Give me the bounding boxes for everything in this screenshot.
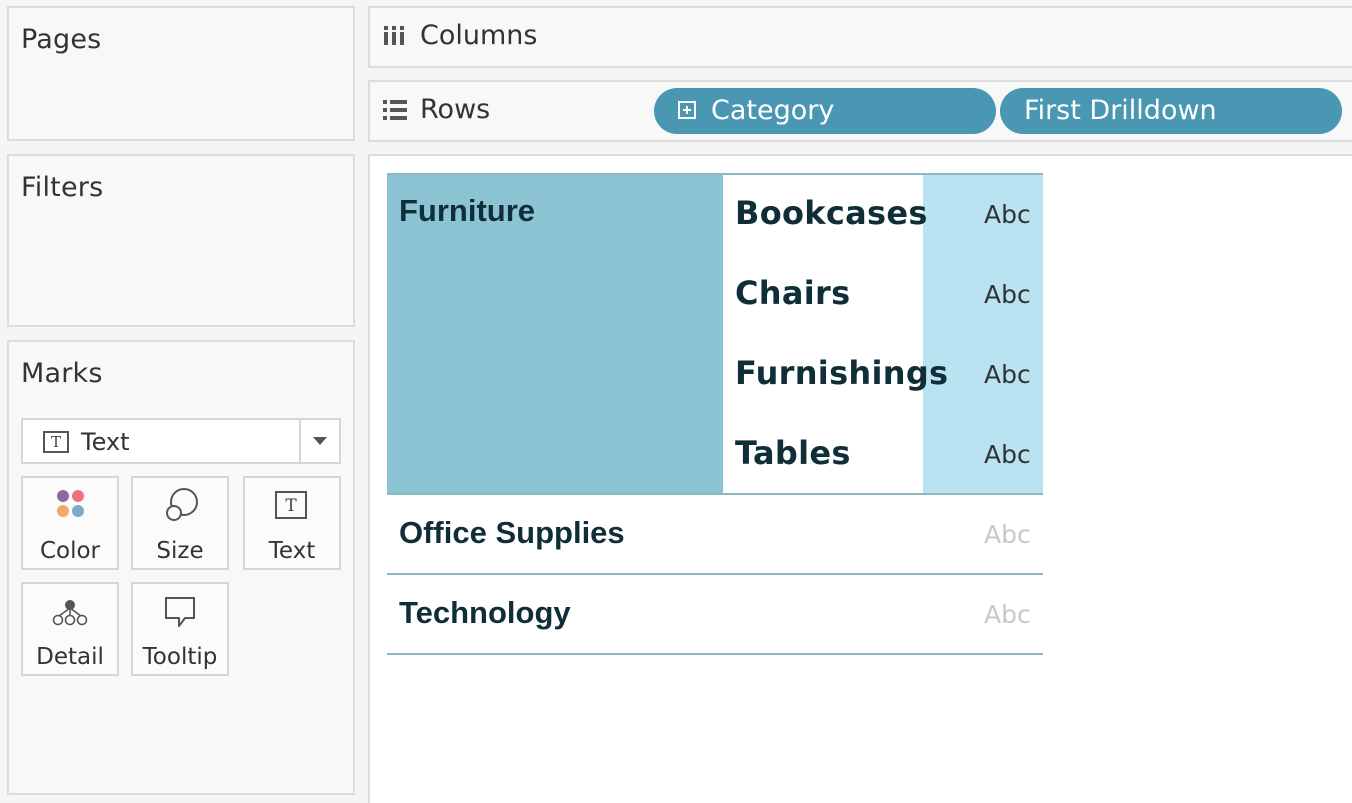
category-pill-label: Category bbox=[711, 95, 835, 126]
detail-tree-icon bbox=[23, 594, 117, 634]
marks-card: Marks T Text Color Size T Text Detail To… bbox=[7, 340, 355, 795]
text-mark-furnishings[interactable]: Abc bbox=[984, 360, 1031, 389]
filters-card[interactable]: Filters bbox=[7, 154, 355, 327]
subcategory-label-furnishings[interactable]: Furnishings bbox=[735, 354, 948, 392]
svg-text:T: T bbox=[285, 496, 297, 516]
category-pill[interactable]: Category bbox=[654, 88, 996, 134]
plus-box-icon[interactable] bbox=[678, 101, 696, 119]
text-mark-chairs[interactable]: Abc bbox=[984, 280, 1031, 309]
size-label: Size bbox=[156, 538, 204, 564]
rows-label: Rows bbox=[420, 94, 491, 125]
text-mark-office-supplies[interactable]: Abc bbox=[984, 520, 1031, 549]
text-box-icon: T bbox=[245, 488, 339, 528]
mark-type-value: Text bbox=[81, 428, 130, 456]
filters-title: Filters bbox=[21, 172, 104, 203]
row-divider bbox=[387, 653, 1043, 655]
rows-shelf-label: Rows bbox=[368, 80, 651, 142]
mark-type-dropdown[interactable]: T Text bbox=[21, 418, 341, 464]
first-drilldown-pill[interactable]: First Drilldown bbox=[1000, 88, 1342, 134]
columns-shelf-label: Columns bbox=[368, 6, 651, 68]
subcategory-label-chairs[interactable]: Chairs bbox=[735, 274, 850, 312]
rows-icon bbox=[382, 98, 408, 127]
tooltip-button[interactable]: Tooltip bbox=[131, 582, 229, 676]
marks-title: Marks bbox=[21, 358, 103, 389]
size-circles-icon bbox=[133, 488, 227, 528]
text-mark-technology[interactable]: Abc bbox=[984, 600, 1031, 629]
rows-shelf[interactable]: Category First Drilldown bbox=[649, 80, 1352, 142]
columns-icon bbox=[382, 24, 406, 53]
color-dots-icon bbox=[23, 488, 117, 528]
text-mark-bookcases[interactable]: Abc bbox=[984, 200, 1031, 229]
first-drilldown-pill-label: First Drilldown bbox=[1024, 95, 1217, 126]
top-divider bbox=[387, 173, 1043, 175]
pages-title: Pages bbox=[21, 24, 102, 55]
detail-button[interactable]: Detail bbox=[21, 582, 119, 676]
category-label-furniture[interactable]: Furniture bbox=[399, 193, 535, 229]
text-mark-icon: T bbox=[43, 431, 69, 453]
color-label: Color bbox=[39, 538, 101, 564]
category-label-technology[interactable]: Technology bbox=[399, 595, 571, 631]
color-button[interactable]: Color bbox=[21, 476, 119, 570]
chevron-down-icon[interactable] bbox=[313, 437, 327, 445]
detail-label: Detail bbox=[36, 644, 104, 670]
text-mark-tables[interactable]: Abc bbox=[984, 440, 1031, 469]
subcategory-label-bookcases[interactable]: Bookcases bbox=[735, 194, 928, 232]
dropdown-divider bbox=[299, 420, 301, 462]
size-button[interactable]: Size bbox=[131, 476, 229, 570]
columns-shelf[interactable] bbox=[649, 6, 1352, 68]
columns-label: Columns bbox=[420, 20, 538, 51]
category-label-office-supplies[interactable]: Office Supplies bbox=[399, 515, 625, 551]
tooltip-label: Tooltip bbox=[142, 644, 218, 670]
row-divider bbox=[387, 493, 1043, 495]
text-label: Text bbox=[268, 538, 316, 564]
tooltip-bubble-icon bbox=[133, 594, 227, 634]
subcategory-label-tables[interactable]: Tables bbox=[735, 434, 851, 472]
viz-canvas: Furniture Office Supplies Technology Boo… bbox=[368, 154, 1352, 803]
row-divider bbox=[387, 573, 1043, 575]
text-button[interactable]: T Text bbox=[243, 476, 341, 570]
pages-card[interactable]: Pages bbox=[7, 6, 355, 141]
